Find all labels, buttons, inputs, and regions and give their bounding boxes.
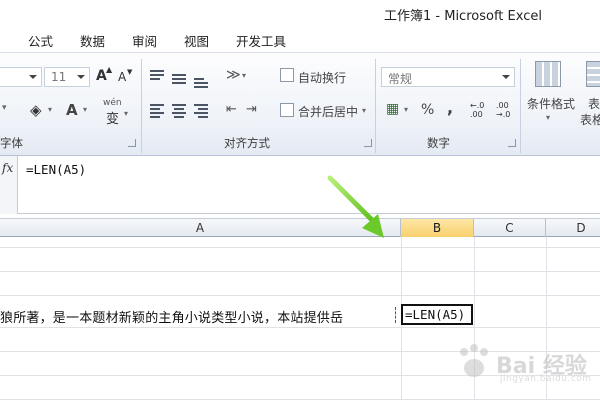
merge-center-button[interactable]: 合并后居中	[298, 103, 358, 120]
merge-center-icon	[280, 103, 294, 117]
align-middle-icon[interactable]	[172, 72, 188, 86]
caret-down-icon: ▼	[127, 68, 133, 76]
increase-decimal-button[interactable]: ←.0 .00	[470, 101, 492, 119]
chevron-down-icon: ▾	[404, 105, 409, 114]
format-as-table-label[interactable]: 表	[588, 95, 600, 112]
wrap-text-button[interactable]: 自动换行	[298, 69, 346, 86]
align-center-icon[interactable]	[172, 104, 188, 118]
alignment-group-label: 对齐方式	[224, 136, 270, 150]
cell-b5-value: =LEN(A5)	[405, 307, 466, 322]
chevron-down-icon: ▾	[48, 105, 53, 114]
align-top-icon[interactable]	[150, 70, 166, 84]
formula-input[interactable]: =LEN(A5)	[26, 162, 86, 177]
column-header-row: A B C D	[0, 218, 600, 238]
align-bottom-icon[interactable]	[194, 74, 210, 88]
window-title: 工作簿1 - Microsoft Excel	[384, 9, 542, 24]
chevron-down-icon: ▾	[362, 106, 367, 115]
format-as-table-icon	[586, 61, 600, 87]
title-bar: 工作簿1 - Microsoft Excel	[0, 0, 600, 26]
cell-a5[interactable]: 狼所著，是一本题材新颖的主角小说类型小说，本站提供岳	[0, 307, 343, 326]
column-header-b[interactable]: B	[401, 219, 474, 238]
chevron-down-icon	[77, 75, 85, 79]
ribbon: 11 A ▲ A ▼ ▾ ◈ ▾ A ▾ wén 变 ▾ 字体 ≫ ▾ ⇤ ⇥ …	[0, 52, 600, 156]
conditional-format-button[interactable]: 条件格式	[527, 95, 575, 112]
font-name-combo[interactable]	[0, 67, 42, 87]
group-divider	[141, 59, 142, 153]
chevron-down-icon: ▾	[124, 109, 129, 118]
chevron-down-icon: ▾	[242, 71, 247, 80]
chevron-down-icon: ▾	[546, 113, 551, 122]
column-header-d[interactable]: D	[546, 219, 600, 238]
chevron-down-icon: ▾	[83, 105, 88, 114]
baidu-watermark: Bai 经验 jingyan.baidu.com	[450, 340, 592, 388]
align-right-icon[interactable]	[194, 104, 210, 118]
fill-color-icon[interactable]: ◈	[30, 101, 42, 119]
row-line	[0, 271, 600, 272]
caret-up-icon: ▲	[106, 65, 113, 74]
number-format-value: 常规	[388, 72, 413, 86]
tab-review[interactable]: 审阅	[132, 31, 157, 50]
increase-indent-icon[interactable]: ⇥	[246, 102, 257, 117]
wrap-text-icon	[280, 68, 294, 82]
font-dialog-launcher-icon[interactable]	[128, 139, 136, 147]
paw-logo-icon	[460, 344, 488, 377]
font-size-combo[interactable]: 11	[44, 67, 90, 87]
font-size-value: 11	[51, 70, 67, 84]
phonetic-label: wén	[103, 98, 122, 108]
watermark-subtext: jingyan.baidu.com	[500, 374, 592, 384]
insert-function-button[interactable]: fx	[0, 156, 18, 214]
column-header-c[interactable]: C	[474, 219, 546, 238]
align-left-icon[interactable]	[150, 104, 166, 118]
shrink-font-button[interactable]: A	[118, 70, 126, 84]
comma-button[interactable]: ,	[447, 98, 453, 117]
row-line	[0, 247, 600, 248]
annotation-arrow-icon	[327, 175, 384, 238]
tab-view[interactable]: 视图	[184, 31, 209, 50]
chevron-down-icon	[29, 75, 37, 79]
cell-b5-active[interactable]: =LEN(A5)	[401, 304, 473, 325]
conditional-format-icon	[535, 61, 561, 87]
tab-data[interactable]: 数据	[80, 31, 105, 50]
number-dialog-launcher-icon[interactable]	[508, 139, 516, 147]
decrease-decimal-button[interactable]: .00 →.0	[496, 101, 518, 119]
percent-button[interactable]: %	[421, 102, 434, 118]
chevron-down-icon	[502, 75, 510, 79]
decrease-indent-icon[interactable]: ⇤	[226, 102, 237, 117]
accounting-format-icon[interactable]: ▦	[386, 101, 399, 117]
phonetic-button[interactable]: 变	[106, 108, 119, 127]
font-color-button[interactable]: A	[66, 101, 78, 119]
row-line	[0, 295, 600, 296]
alignment-dialog-launcher-icon[interactable]	[364, 139, 372, 147]
border-dropdown-icon[interactable]: ▾	[2, 103, 7, 113]
group-divider	[375, 59, 376, 153]
row-line	[0, 327, 600, 328]
format-as-table-label-2[interactable]: 表格	[580, 111, 600, 128]
tab-developer[interactable]: 开发工具	[236, 31, 286, 50]
tab-formulas[interactable]: 公式	[28, 31, 53, 50]
orientation-icon[interactable]: ≫	[226, 67, 241, 83]
font-group-label: 字体	[0, 136, 23, 150]
formula-bar: fx =LEN(A5)	[0, 156, 600, 214]
fx-icon: fx	[2, 161, 14, 175]
number-group-label: 数字	[427, 136, 450, 150]
number-format-combo[interactable]: 常规	[381, 67, 515, 87]
ribbon-tabs: 公式 数据 审阅 视图 开发工具	[0, 26, 600, 52]
group-divider	[520, 59, 521, 153]
